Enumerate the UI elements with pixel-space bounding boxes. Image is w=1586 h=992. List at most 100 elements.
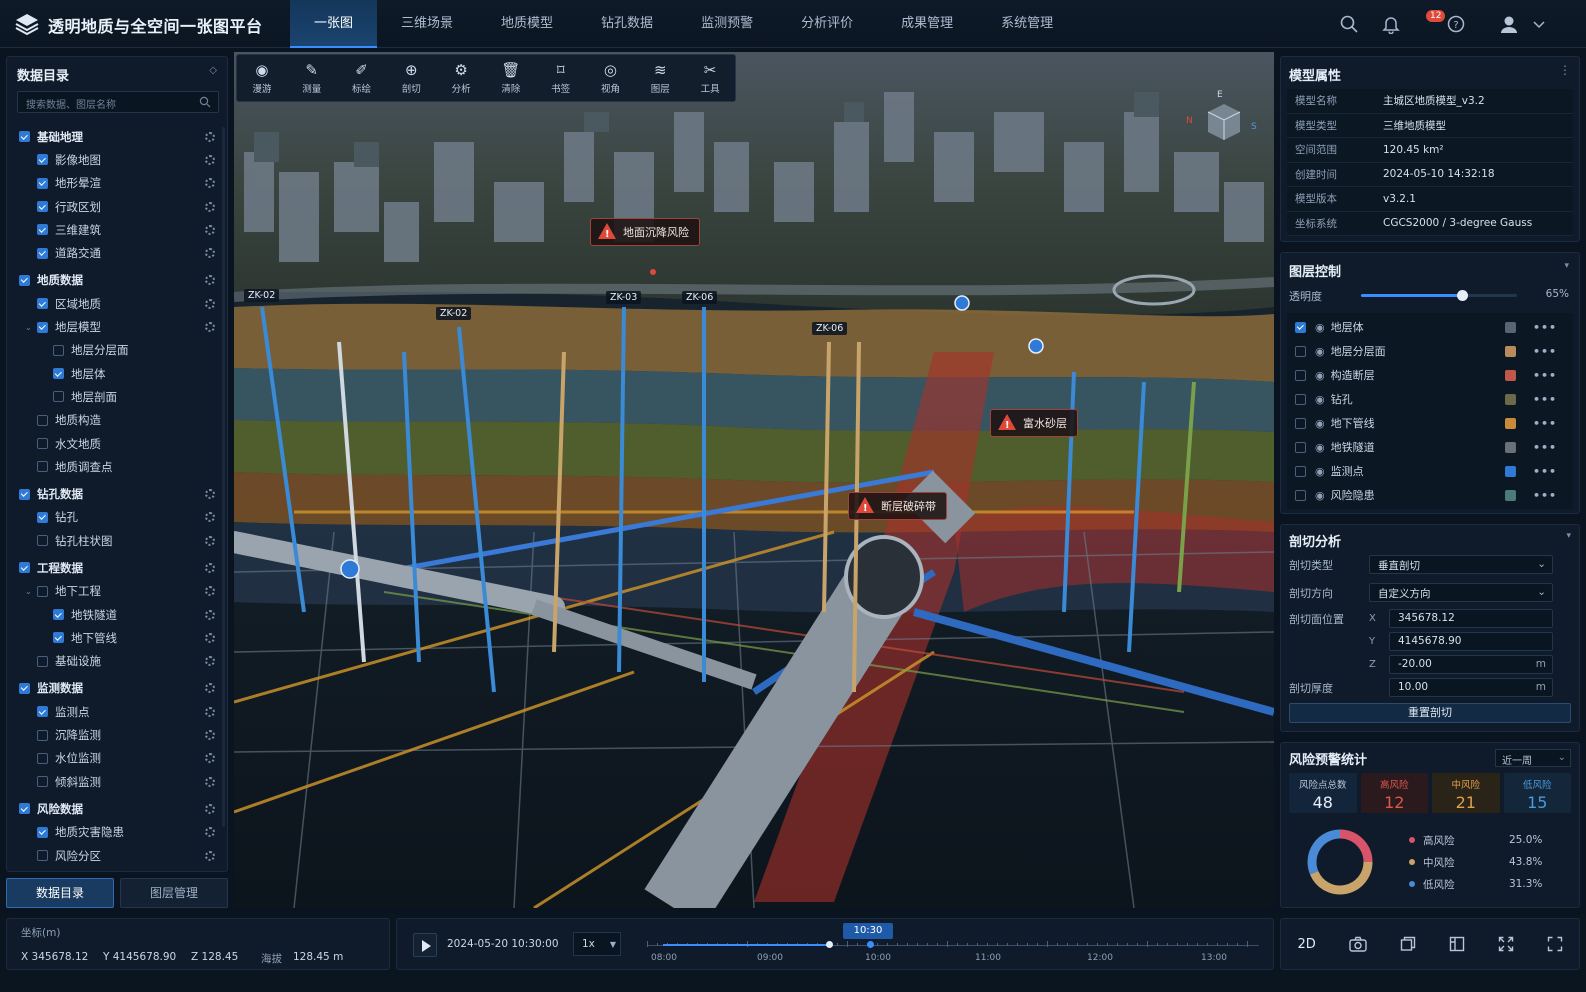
search-input[interactable]: 搜索数据、图层名称 (17, 91, 219, 113)
checkbox[interactable] (37, 511, 48, 523)
nav-tab[interactable]: 分析评价 (777, 0, 877, 48)
tab-layer-management[interactable]: 图层管理 (120, 878, 228, 908)
tree-item[interactable]: 倾斜监测 (17, 770, 217, 793)
help-icon[interactable]: ? (1446, 14, 1466, 34)
checkbox[interactable] (1295, 321, 1306, 333)
checkbox[interactable] (37, 826, 48, 838)
gear-icon[interactable] (205, 656, 215, 667)
checkbox[interactable] (1295, 393, 1306, 405)
checkbox[interactable] (19, 803, 30, 815)
camera-icon[interactable] (1349, 936, 1367, 952)
checkbox[interactable] (37, 154, 48, 166)
checkbox[interactable] (37, 706, 48, 718)
expand-icon[interactable] (1498, 936, 1514, 952)
checkbox[interactable] (1295, 489, 1306, 501)
gear-icon[interactable] (205, 489, 215, 500)
layer-row[interactable]: ◉ 监测点 ••• (1295, 459, 1565, 483)
geology-scene[interactable] (234, 52, 1274, 908)
more-options-icon[interactable]: ••• (1533, 417, 1557, 430)
tree-group[interactable]: 基础地理 (17, 125, 217, 148)
layer-color-swatch[interactable] (1505, 369, 1516, 381)
layer-color-swatch[interactable] (1505, 441, 1516, 453)
expand-chevron-icon[interactable]: ⌄ (25, 323, 32, 332)
tree-item[interactable]: 地质调查点 (17, 455, 217, 478)
timeline-playhead[interactable] (867, 941, 874, 948)
more-options-icon[interactable]: ••• (1533, 465, 1557, 478)
tree-item[interactable]: 监测点 (17, 700, 217, 723)
more-options-icon[interactable]: ••• (1533, 393, 1557, 406)
checkbox[interactable] (37, 729, 48, 741)
layer-color-swatch[interactable] (1505, 321, 1516, 333)
tree-item[interactable]: 区域地质 (17, 292, 217, 315)
tool-button[interactable]: 🗑 清除 (486, 55, 536, 101)
layer-row[interactable]: ◉ 地层分层面 ••• (1295, 339, 1565, 363)
chevron-down-icon[interactable] (1532, 14, 1546, 34)
section-direction-select[interactable]: 自定义方向 ⌄ (1369, 583, 1553, 602)
checkbox[interactable] (19, 682, 30, 694)
gear-icon[interactable] (205, 753, 215, 764)
checkbox[interactable] (37, 201, 48, 213)
eye-icon[interactable]: ◉ (1315, 465, 1325, 478)
risk-tag-fault-zone[interactable]: 断层破碎带 (848, 492, 947, 520)
gear-icon[interactable] (205, 850, 215, 861)
tree-item[interactable]: 三维建筑 (17, 218, 217, 241)
more-options-icon[interactable]: ••• (1533, 321, 1557, 334)
speed-select[interactable]: 1x ▼ (573, 932, 621, 956)
user-avatar-icon[interactable] (1498, 14, 1522, 34)
tree-item[interactable]: 地质灾害隐患 (17, 821, 217, 844)
checkbox[interactable] (53, 344, 64, 356)
nav-tab[interactable]: 监测预警 (677, 0, 777, 48)
section-thickness-input[interactable]: 10.00 m (1389, 678, 1553, 697)
gear-icon[interactable] (205, 131, 215, 142)
tree-item[interactable]: 水位监测 (17, 747, 217, 770)
gear-icon[interactable] (205, 178, 215, 189)
timeline-track[interactable]: 08:00 09:00 10:00 11:00 12:00 13:00 10:30 (647, 919, 1259, 971)
tree-item[interactable]: 地形晕渲 (17, 172, 217, 195)
gear-icon[interactable] (205, 201, 215, 212)
checkbox[interactable] (37, 535, 48, 547)
expand-chevron-icon[interactable]: ⌄ (25, 587, 32, 596)
gear-icon[interactable] (205, 803, 215, 814)
tree-item[interactable]: 风险分区 (17, 844, 217, 867)
bell-icon[interactable] (1381, 14, 1401, 34)
opacity-slider-handle[interactable] (1457, 290, 1469, 301)
layer-row[interactable]: ◉ 地下管线 ••• (1295, 411, 1565, 435)
tree-item[interactable]: 地层分层面 (17, 339, 217, 362)
checkbox[interactable] (19, 131, 30, 143)
3d-viewport[interactable]: ZK-02 ZK-02 ZK-03 ZK-06 ZK-06 地面沉降风险 富水砂… (234, 52, 1274, 908)
borehole-label[interactable]: ZK-03 (606, 291, 642, 304)
tree-item[interactable]: 钻孔柱状图 (17, 529, 217, 552)
copy-icon[interactable] (1400, 936, 1416, 952)
period-select[interactable]: 近一周 ⌄ (1495, 749, 1571, 767)
checkbox[interactable] (1295, 345, 1306, 357)
fullscreen-icon[interactable] (1547, 936, 1563, 952)
checkbox[interactable] (37, 752, 48, 764)
gear-icon[interactable] (205, 609, 215, 620)
tool-button[interactable]: ⚙ 分析 (436, 55, 486, 101)
tree-item[interactable]: 道路交通 (17, 241, 217, 264)
layer-row[interactable]: ◉ 构造断层 ••• (1295, 363, 1565, 387)
eye-icon[interactable]: ◉ (1315, 417, 1325, 430)
borehole-label[interactable]: ZK-02 (244, 289, 280, 302)
gear-icon[interactable] (205, 586, 215, 597)
tree-item[interactable]: 地质构造 (17, 409, 217, 432)
tree-item[interactable]: 地铁隧道 (17, 603, 217, 626)
tree-item[interactable]: 地下管线 (17, 626, 217, 649)
checkbox[interactable] (37, 776, 48, 788)
eye-icon[interactable]: ◉ (1315, 369, 1325, 382)
collapse-icon[interactable]: ▾ (1566, 531, 1571, 553)
layer-color-swatch[interactable] (1505, 465, 1516, 477)
tree-item[interactable]: 地层体 (17, 362, 217, 385)
tool-button[interactable]: ⌑ 书签 (536, 55, 586, 101)
checkbox[interactable] (53, 609, 64, 621)
checkbox[interactable] (37, 414, 48, 426)
layer-row[interactable]: ◉ 地铁隧道 ••• (1295, 435, 1565, 459)
section-type-select[interactable]: 垂直剖切 ⌄ (1369, 555, 1553, 574)
gear-icon[interactable] (205, 706, 215, 717)
play-button[interactable] (413, 933, 437, 957)
nav-tab[interactable]: 系统管理 (977, 0, 1077, 48)
section-z-input[interactable]: -20.00 m (1389, 655, 1553, 674)
layer-row[interactable]: ◉ 钻孔 ••• (1295, 387, 1565, 411)
scrollbar[interactable] (222, 127, 225, 827)
gear-icon[interactable] (205, 154, 215, 165)
